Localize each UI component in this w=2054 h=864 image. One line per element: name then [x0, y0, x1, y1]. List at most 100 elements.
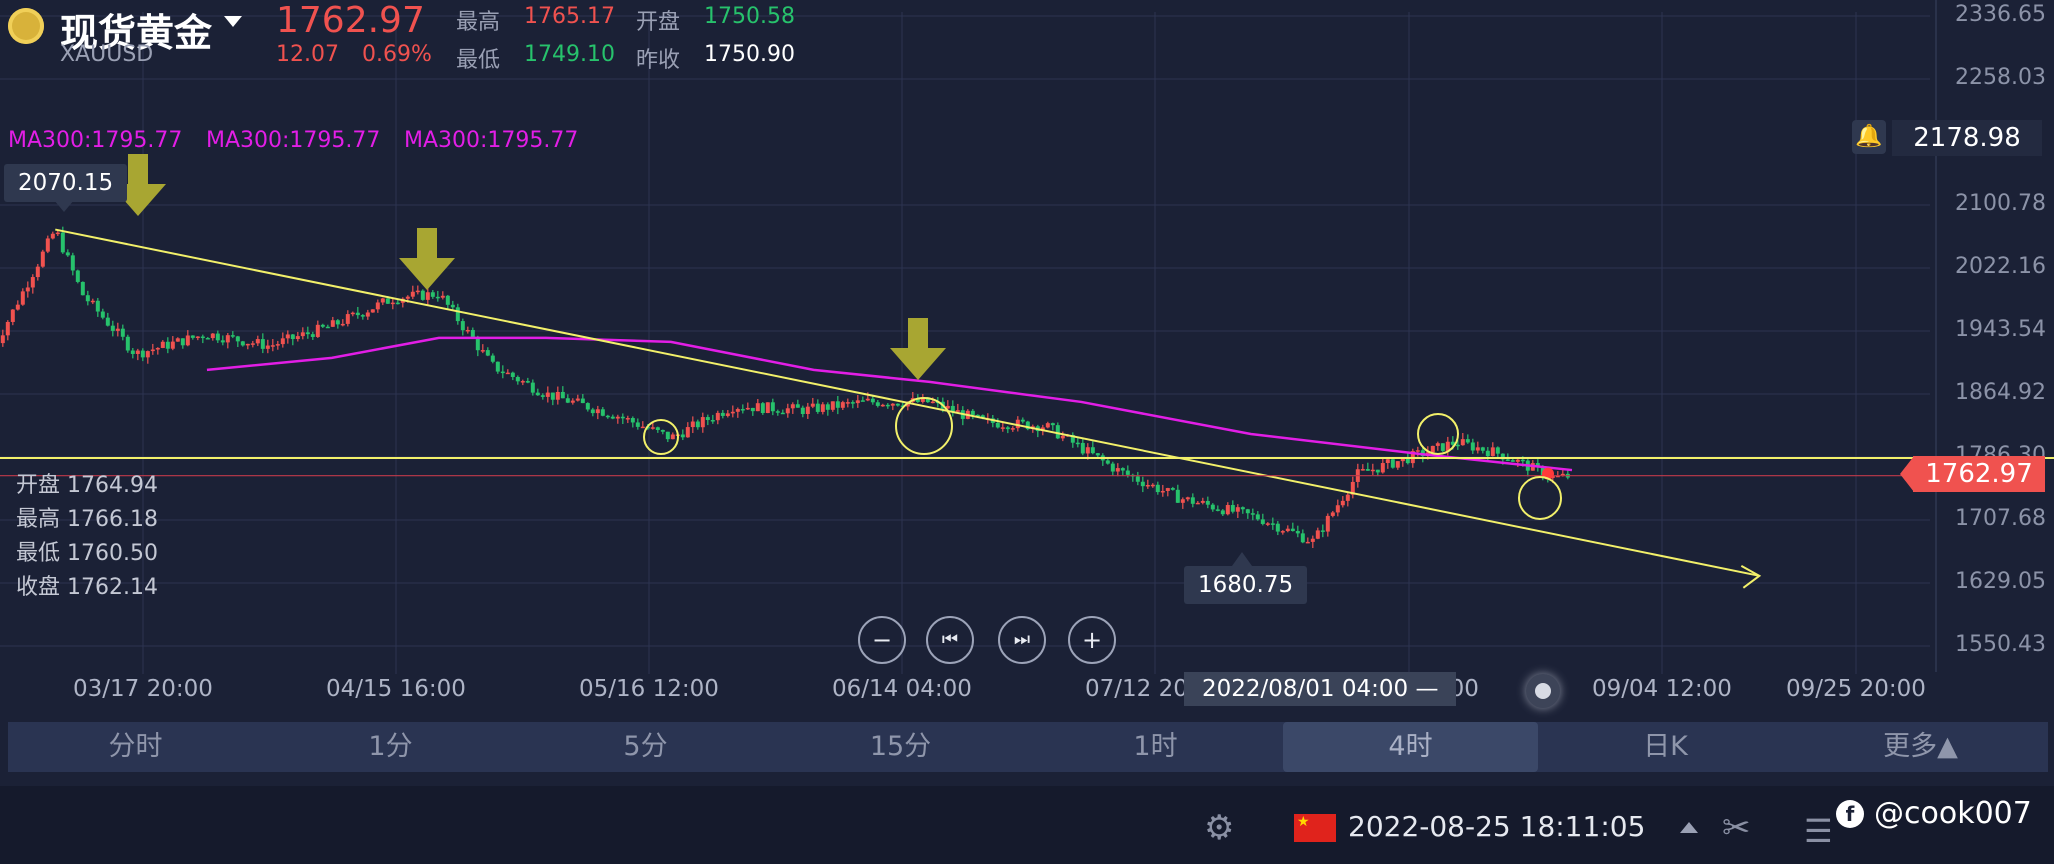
peak-arrow: [399, 228, 455, 290]
candle-body: [1270, 523, 1275, 525]
y-tick-label: 1707.68: [1955, 505, 2046, 531]
candle-body: [20, 291, 25, 305]
candle-body: [1195, 502, 1200, 505]
candle-body: [260, 339, 265, 349]
candle-body: [35, 266, 40, 278]
candle-body: [355, 312, 360, 316]
candle-body: [565, 398, 570, 403]
candle-body: [735, 409, 740, 412]
candle-body: [65, 252, 70, 256]
tab-timeframe-4h[interactable]: 4时: [1283, 722, 1538, 772]
candle-body: [1330, 512, 1335, 516]
candle-body: [620, 416, 625, 419]
candle-body: [595, 409, 600, 414]
candle-body: [175, 338, 180, 342]
candle-body: [1415, 450, 1420, 452]
candle-body: [245, 343, 250, 346]
tab-timeframe-5m[interactable]: 5分: [518, 722, 773, 772]
ohlc-open: 开盘 1764.94: [16, 467, 158, 499]
tab-timeframe-1h[interactable]: 1时: [1028, 722, 1283, 772]
candle-body: [795, 404, 800, 408]
candle-body: [745, 407, 750, 410]
candle-body: [310, 334, 315, 337]
candle-body: [130, 350, 135, 354]
candle-body: [605, 415, 610, 418]
candle-body: [10, 309, 15, 322]
skip-forward-button[interactable]: ⏭: [998, 616, 1046, 664]
zoom-in-button[interactable]: +: [1068, 616, 1116, 664]
candle-body: [1075, 442, 1080, 445]
tab-timeframe-fenshi[interactable]: 分时: [8, 722, 263, 772]
annotation-layer: [54, 154, 1562, 566]
candle-body: [1175, 489, 1180, 503]
candle-body: [450, 304, 455, 308]
candle-body: [25, 287, 30, 292]
candle-body: [345, 314, 350, 324]
candle-body: [1435, 443, 1440, 446]
ohlc-close-value: 1762.14: [67, 575, 158, 600]
tab-timeframe-15m[interactable]: 15分: [773, 722, 1028, 772]
candle-body: [760, 403, 765, 414]
candle-body: [375, 302, 380, 310]
price-change-pct: 0.69%: [362, 42, 432, 67]
candle-body: [455, 307, 460, 322]
skip-back-button[interactable]: ⏮: [926, 616, 974, 664]
candle-body: [440, 295, 445, 298]
candle-body: [1325, 515, 1330, 532]
ohlc-open-label: 开盘: [16, 473, 61, 498]
candle-body: [710, 420, 715, 422]
candle-body: [120, 328, 125, 337]
ma300-label: MA300:1795.77: [8, 128, 183, 153]
scroll-handle-dot: [1535, 683, 1551, 699]
candle-body: [755, 403, 760, 412]
candle-body: [1495, 447, 1500, 454]
candle-body: [490, 355, 495, 362]
candle-body: [625, 418, 630, 420]
candle-body: [1215, 509, 1220, 511]
candle-body: [520, 381, 525, 383]
candle-body: [1455, 444, 1460, 447]
caret-up-icon[interactable]: [1680, 822, 1698, 833]
y-tick-label: 1943.54: [1955, 317, 2046, 342]
candle-body: [185, 335, 190, 346]
trendline-arrowhead: [1740, 564, 1762, 589]
candle-body: [1080, 442, 1085, 454]
candle-body: [830, 401, 835, 410]
candle-body: [1180, 499, 1185, 503]
candle-body: [1285, 528, 1290, 532]
candle-body: [1020, 419, 1025, 422]
candle-body: [305, 332, 310, 335]
candle-body: [1340, 500, 1345, 506]
candle-body: [525, 381, 530, 383]
candle-body: [1315, 530, 1320, 539]
bell-icon[interactable]: 🔔: [1852, 120, 1886, 154]
zoom-out-button[interactable]: −: [858, 616, 906, 664]
tab-timeframe-1m[interactable]: 1分: [263, 722, 518, 772]
candle-body: [1185, 497, 1190, 500]
candle-body: [545, 392, 550, 397]
low-value: 1749.10: [524, 42, 615, 67]
menu-icon[interactable]: ☰: [1804, 812, 1833, 850]
chart-settings-icon[interactable]: ⚙: [1204, 808, 1234, 848]
candle-body: [885, 404, 890, 407]
current-price-tag-arrow: [1900, 456, 1914, 492]
candle-body: [850, 402, 855, 404]
tools-icon[interactable]: ✂: [1722, 808, 1751, 848]
candle-body: [75, 270, 80, 282]
candle-body: [1150, 484, 1155, 487]
candle-body: [210, 333, 215, 339]
prev-close-label: 昨收: [636, 48, 681, 73]
candle-body: [1000, 427, 1005, 429]
tab-timeframe-more[interactable]: 更多▲: [1793, 722, 2048, 772]
arrow-head: [399, 258, 455, 290]
ohlc-close-label: 收盘: [16, 575, 61, 600]
candle-body: [1360, 469, 1365, 471]
candle-body: [1155, 484, 1160, 493]
ma300-line: [206, 336, 1573, 472]
candle-body: [150, 349, 155, 352]
chevron-down-icon[interactable]: [224, 16, 242, 27]
candle-body: [845, 402, 850, 404]
tab-timeframe-daily[interactable]: 日K: [1538, 722, 1793, 772]
candle-body: [1345, 494, 1350, 501]
candle-body: [145, 351, 150, 358]
